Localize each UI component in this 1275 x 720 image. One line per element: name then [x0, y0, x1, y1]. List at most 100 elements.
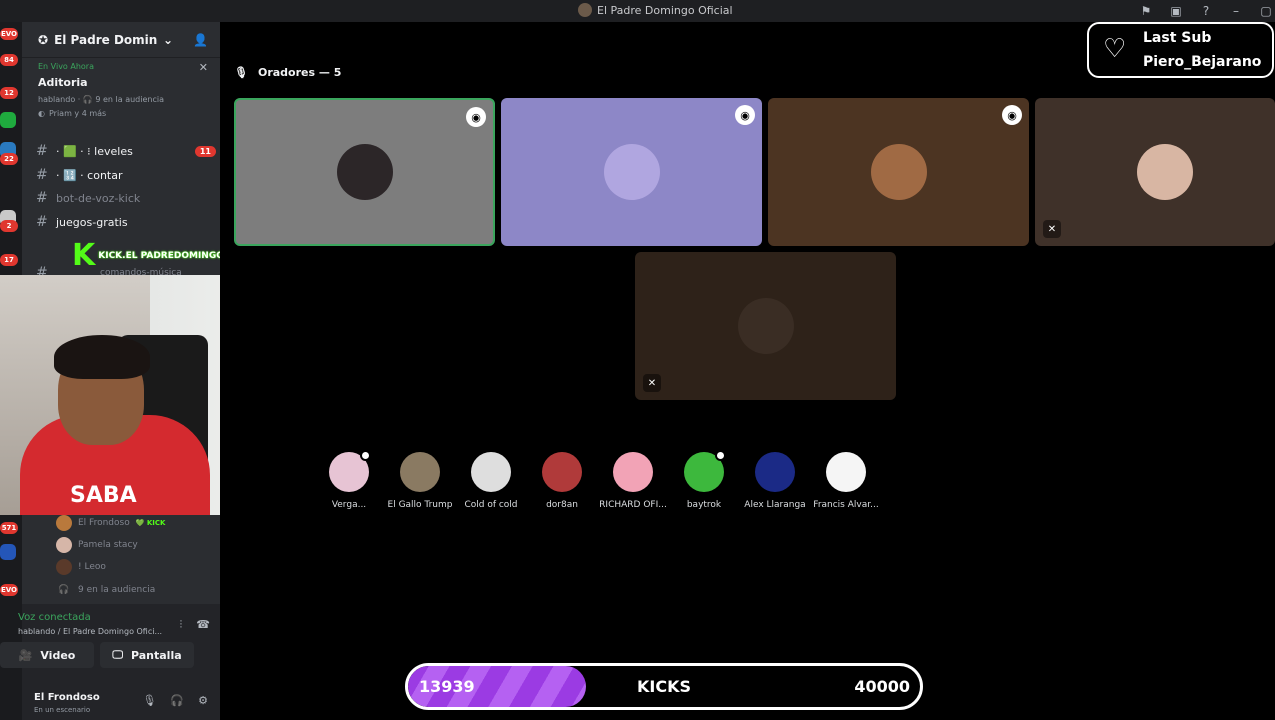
user-name: El Frondoso — [34, 692, 100, 703]
avatar — [613, 452, 653, 492]
channel-contar[interactable]: # · 🔢 · contar — [36, 165, 216, 185]
server-badge[interactable]: 571 — [0, 522, 18, 534]
screen-label: Pantalla — [130, 648, 182, 662]
speaker-tile[interactable]: ✕ — [1035, 98, 1275, 246]
window-title-text: El Padre Domingo Oficial — [597, 3, 733, 17]
microphone-icon[interactable]: 🎙 — [142, 694, 156, 707]
screen-share-button[interactable]: 🖵 Pantalla — [100, 642, 194, 668]
avatar — [400, 452, 440, 492]
audience-member[interactable]: Cold of cold — [456, 452, 526, 510]
voice-user[interactable]: ! Leoo ✕ — [56, 557, 232, 577]
server-icon[interactable] — [0, 112, 16, 128]
server-badge[interactable]: 17 — [0, 254, 18, 266]
titlebar-icons: ⚑ ▣ ? – ▢ — [1137, 2, 1275, 20]
headphones-icon: 🎧 — [58, 585, 70, 595]
server-badge[interactable]: EVO — [0, 584, 18, 596]
voice-user[interactable]: Pamela stacy ✕ — [56, 535, 232, 555]
kicks-goal-bar: 13939 KICKS 40000 — [405, 663, 923, 710]
user-bar[interactable]: El Frondoso En un escenario 🎙 🎧 ⚙ — [22, 692, 220, 720]
audience-member[interactable]: baytrok — [669, 450, 739, 510]
avatar — [870, 144, 927, 200]
window-title: El Padre Domingo Oficial — [578, 3, 733, 17]
server-badge[interactable]: 84 — [0, 54, 18, 66]
server-logo-icon: ✪ — [38, 32, 49, 47]
avatar — [755, 452, 795, 492]
close-icon[interactable]: ✕ — [199, 61, 208, 74]
live-title: Aditoria — [38, 76, 88, 89]
live-tag: En Vivo Ahora — [38, 62, 94, 71]
voice-status: Voz conectada — [18, 612, 91, 623]
channel-label: juegos-gratis — [56, 215, 128, 229]
last-sub-label: Last Sub — [1143, 30, 1212, 46]
voice-user-name: ! Leoo — [78, 562, 106, 572]
soundboard-icon[interactable]: ⫶ — [180, 618, 183, 632]
inbox-icon[interactable]: ▣ — [1167, 2, 1185, 20]
avatar — [56, 537, 72, 553]
channel-leveles[interactable]: # · 🟩 · ⁝ leveles 11 — [36, 141, 216, 161]
video-button[interactable]: 🎥 Video — [0, 642, 94, 668]
channel-label: · 🔢 · contar — [56, 168, 123, 182]
audience-member[interactable]: Verga... — [314, 450, 384, 510]
hash-icon: # — [36, 190, 48, 206]
speaker-tile[interactable]: ◉ — [501, 98, 762, 246]
channel-bot-de-voz-kick[interactable]: # bot-de-voz-kick — [36, 188, 216, 208]
headphones-icon[interactable]: 🎧 — [170, 694, 184, 707]
flag-icon[interactable]: ⚑ — [1137, 2, 1155, 20]
help-icon[interactable]: ? — [1197, 2, 1215, 20]
stage-icon — [715, 450, 726, 461]
maximize-icon[interactable]: ▢ — [1257, 2, 1275, 20]
goal-max: 40000 — [854, 677, 910, 696]
avatar — [1137, 144, 1193, 200]
minimize-icon[interactable]: – — [1227, 2, 1245, 20]
server-badge[interactable]: 22 — [0, 153, 18, 165]
microphone-icon: 🎙 — [234, 66, 248, 79]
disconnect-icon[interactable]: ☎ — [196, 618, 210, 632]
voice-controls: ⫶ ☎ — [180, 618, 210, 632]
server-badge[interactable]: 12 — [0, 87, 18, 99]
live-event-card[interactable]: En Vivo Ahora Aditoria hablando · 🎧 9 en… — [22, 58, 220, 122]
voice-connection-panel: Voz conectada hablando / El Padre Doming… — [0, 604, 220, 720]
avatar — [603, 144, 660, 200]
audience-member[interactable]: RICHARD OFI... — [598, 452, 668, 510]
audience-member[interactable]: Alex Llaranga — [740, 452, 810, 510]
server-avatar-icon — [578, 3, 592, 17]
stage-icon: ◉ — [735, 105, 755, 125]
hash-icon: # — [36, 143, 48, 159]
audience-count-row[interactable]: 🎧 9 en la audiencia — [56, 580, 232, 600]
stage-main: 🎙 Oradores — 5 ◉ ◉ ◉ ✕ ✕ Verga... El Gall… — [220, 22, 1275, 720]
audience-count: 9 en la audiencia — [78, 585, 156, 595]
gear-icon[interactable]: ⚙ — [198, 694, 208, 707]
server-badge[interactable]: 2 — [0, 220, 18, 232]
speaker-tile[interactable]: ✕ — [635, 252, 896, 400]
channel-juegos-gratis[interactable]: # juegos-gratis — [36, 212, 216, 232]
stage-icon: ◉ — [466, 107, 486, 127]
live-meta: hablando · 🎧 9 en la audiencia — [38, 95, 164, 104]
server-icon[interactable] — [0, 544, 16, 560]
avatar — [329, 450, 371, 492]
audience-member[interactable]: El Gallo Trump — [385, 452, 455, 510]
speaker-tile[interactable]: ◉ — [234, 98, 495, 246]
audience-member[interactable]: Francis Alvar... — [811, 452, 881, 510]
last-sub-widget: ♡ Last Sub Piero_Bejarano — [1087, 22, 1274, 78]
stage-icon — [360, 450, 371, 461]
last-sub-user: Piero_Bejarano — [1143, 54, 1262, 70]
screen-share-icon: 🖵 — [112, 648, 123, 661]
goal-label: KICKS — [636, 677, 691, 696]
avatar — [826, 452, 866, 492]
audience-name: baytrok — [686, 500, 722, 510]
webcam-hair — [54, 335, 150, 379]
audience-name: El Gallo Trump — [387, 500, 453, 510]
chevron-down-icon[interactable]: ⌄ — [163, 33, 173, 47]
voice-user[interactable]: El Frondoso 💚 KICK — [56, 513, 232, 533]
server-header[interactable]: ✪ El Padre Domingo O... ⌄ 👤 — [22, 22, 220, 58]
voice-status-sub[interactable]: hablando / El Padre Domingo Ofici... — [18, 627, 162, 636]
audience-name: Alex Llaranga — [744, 500, 806, 510]
user-controls: 🎙 🎧 ⚙ — [142, 694, 208, 707]
server-badge[interactable]: EVO — [0, 28, 18, 40]
avatar — [737, 298, 794, 354]
video-label: Video — [40, 648, 76, 662]
add-user-icon[interactable]: 👤 — [193, 33, 208, 47]
server-name: El Padre Domingo O... — [54, 32, 157, 47]
audience-member[interactable]: dor8an — [527, 452, 597, 510]
speaker-tile[interactable]: ◉ — [768, 98, 1029, 246]
